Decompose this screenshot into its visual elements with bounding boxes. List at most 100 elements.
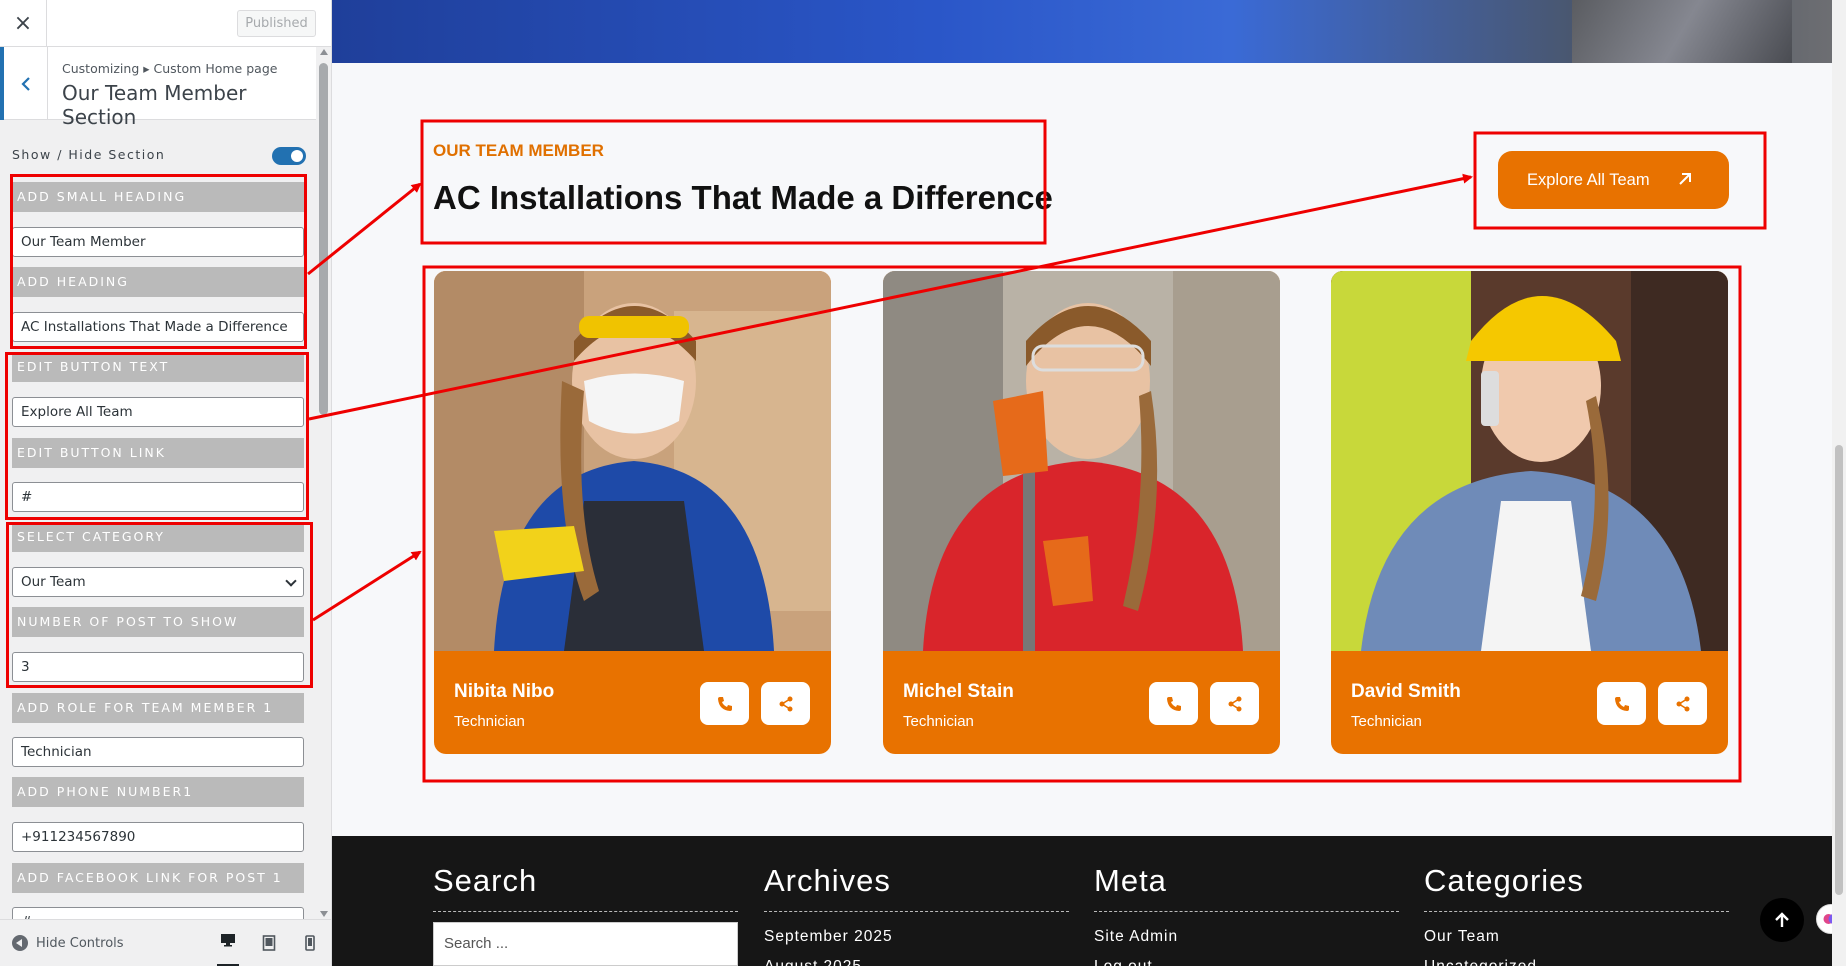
team-card[interactable]: Nibita Nibo Technician bbox=[434, 271, 831, 754]
back-button[interactable] bbox=[0, 47, 48, 120]
small-heading-input[interactable]: Our Team Member bbox=[12, 227, 304, 257]
preview-scrollbar[interactable] bbox=[1832, 0, 1846, 966]
collapse-icon bbox=[12, 935, 28, 951]
role-1-input[interactable]: Technician bbox=[12, 737, 304, 767]
team-member-name: David Smith bbox=[1351, 681, 1461, 702]
share-button[interactable] bbox=[1210, 682, 1259, 725]
control-label-category: SELECT CATEGORY bbox=[12, 522, 304, 552]
control-label-post-count: NUMBER OF POST TO SHOW bbox=[12, 607, 304, 637]
footer-meta-widget: Meta Site Admin Log out bbox=[1094, 863, 1399, 966]
archive-link[interactable]: August 2025 bbox=[764, 958, 862, 966]
footer-archives-title: Archives bbox=[764, 863, 891, 898]
explore-button-label: Explore All Team bbox=[1527, 170, 1650, 189]
team-member-role: Technician bbox=[1351, 713, 1422, 730]
call-button[interactable] bbox=[1597, 682, 1646, 725]
category-link[interactable]: Uncategorized bbox=[1424, 958, 1537, 966]
tablet-icon bbox=[262, 935, 276, 951]
call-button[interactable] bbox=[700, 682, 749, 725]
hero-image-strip bbox=[332, 0, 1832, 63]
team-member-name: Michel Stain bbox=[903, 681, 1014, 702]
team-card[interactable]: David Smith Technician bbox=[1331, 271, 1728, 754]
sidebar-scrollbar-thumb[interactable] bbox=[319, 63, 328, 415]
show-hide-label: Show / Hide Section bbox=[12, 147, 166, 162]
control-label-role-1: ADD ROLE FOR TEAM MEMBER 1 bbox=[12, 693, 304, 723]
team-card[interactable]: Michel Stain Technician bbox=[883, 271, 1280, 754]
call-button[interactable] bbox=[1149, 682, 1198, 725]
customizer-topbar: × Published bbox=[0, 0, 331, 47]
arrow-up-icon bbox=[1775, 912, 1789, 927]
team-photo bbox=[1331, 271, 1728, 651]
sidebar-scrollbar[interactable] bbox=[316, 47, 331, 919]
section-heading: AC Installations That Made a Difference bbox=[433, 179, 1053, 216]
site-preview: OUR TEAM MEMBER AC Installations That Ma… bbox=[332, 0, 1846, 966]
category-select[interactable]: Our Team bbox=[12, 567, 304, 597]
show-hide-toggle[interactable] bbox=[272, 147, 306, 165]
show-hide-row: Show / Hide Section bbox=[12, 145, 306, 167]
team-photo bbox=[434, 271, 831, 651]
share-button[interactable] bbox=[761, 682, 810, 725]
explore-all-team-button[interactable]: Explore All Team bbox=[1498, 151, 1729, 209]
toggle-knob bbox=[291, 150, 303, 162]
button-link-input[interactable]: # bbox=[12, 482, 304, 512]
team-member-role: Technician bbox=[454, 713, 525, 730]
team-member-role: Technician bbox=[903, 713, 974, 730]
meta-link[interactable]: Site Admin bbox=[1094, 928, 1178, 946]
share-icon bbox=[779, 696, 792, 711]
arrow-up-right-icon bbox=[1679, 173, 1691, 185]
footer-meta-title: Meta bbox=[1094, 863, 1167, 898]
footer-categories-widget: Categories Our Team Uncategorized bbox=[1424, 863, 1729, 966]
chevron-down-icon bbox=[285, 575, 297, 587]
customizer-sidebar: × Published Customizing ▸ Custom Home pa… bbox=[0, 0, 332, 966]
category-link[interactable]: Our Team bbox=[1424, 928, 1500, 946]
team-info: Nibita Nibo Technician bbox=[434, 651, 831, 754]
mobile-icon bbox=[305, 935, 315, 951]
phone-icon bbox=[1166, 696, 1181, 711]
published-button[interactable]: Published bbox=[237, 10, 316, 37]
small-heading: OUR TEAM MEMBER bbox=[433, 141, 604, 160]
control-label-facebook-1: ADD FACEBOOK LINK FOR POST 1 bbox=[12, 863, 304, 893]
team-photo bbox=[883, 271, 1280, 651]
control-label-phone-1: ADD PHONE NUMBER1 bbox=[12, 777, 304, 807]
phone-1-input[interactable]: +911234567890 bbox=[12, 822, 304, 852]
footer-categories-title: Categories bbox=[1424, 863, 1584, 898]
control-label-small-heading: ADD SMALL HEADING bbox=[12, 182, 304, 212]
divider bbox=[1424, 911, 1729, 912]
close-customizer-button[interactable]: × bbox=[0, 0, 47, 47]
team-info: Michel Stain Technician bbox=[883, 651, 1280, 754]
team-info: David Smith Technician bbox=[1331, 651, 1728, 754]
team-member-name: Nibita Nibo bbox=[454, 681, 555, 702]
section-header: Customizing ▸ Custom Home page Our Team … bbox=[0, 47, 316, 129]
mobile-preview-button[interactable] bbox=[299, 933, 321, 953]
phone-icon bbox=[717, 696, 732, 711]
customizer-footer: Hide Controls bbox=[0, 919, 331, 966]
desktop-preview-button[interactable] bbox=[217, 933, 239, 966]
share-icon bbox=[1676, 696, 1689, 711]
meta-link[interactable]: Log out bbox=[1094, 958, 1153, 966]
section-title: Our Team Member Section bbox=[62, 81, 247, 129]
share-icon bbox=[1228, 696, 1241, 711]
post-count-input[interactable]: 3 bbox=[12, 652, 304, 682]
hide-controls-button[interactable]: Hide Controls bbox=[12, 935, 124, 951]
archive-link[interactable]: September 2025 bbox=[764, 928, 893, 946]
hide-controls-label: Hide Controls bbox=[36, 935, 124, 951]
customizer-screen: × Published Customizing ▸ Custom Home pa… bbox=[0, 0, 1846, 966]
button-text-input[interactable]: Explore All Team bbox=[12, 397, 304, 427]
footer-search-input[interactable]: Search ... bbox=[433, 922, 738, 966]
preview-scrollbar-thumb[interactable] bbox=[1835, 445, 1843, 895]
scroll-down-arrow-icon[interactable] bbox=[320, 911, 328, 917]
control-label-heading: ADD HEADING bbox=[12, 267, 304, 297]
divider bbox=[1094, 911, 1399, 912]
scroll-up-arrow-icon[interactable] bbox=[320, 49, 328, 55]
heading-input[interactable]: AC Installations That Made a Difference bbox=[12, 312, 304, 342]
category-select-value: Our Team bbox=[21, 574, 86, 590]
control-label-button-link: EDIT BUTTON LINK bbox=[12, 438, 304, 468]
share-button[interactable] bbox=[1658, 682, 1707, 725]
breadcrumb: Customizing ▸ Custom Home page bbox=[62, 61, 278, 76]
control-label-button-text: EDIT BUTTON TEXT bbox=[12, 352, 304, 382]
tablet-preview-button[interactable] bbox=[258, 933, 280, 953]
divider bbox=[764, 911, 1069, 912]
chevron-left-icon bbox=[20, 76, 30, 91]
phone-icon bbox=[1614, 696, 1629, 711]
desktop-icon bbox=[221, 934, 235, 947]
scroll-to-top-button[interactable] bbox=[1760, 898, 1804, 942]
